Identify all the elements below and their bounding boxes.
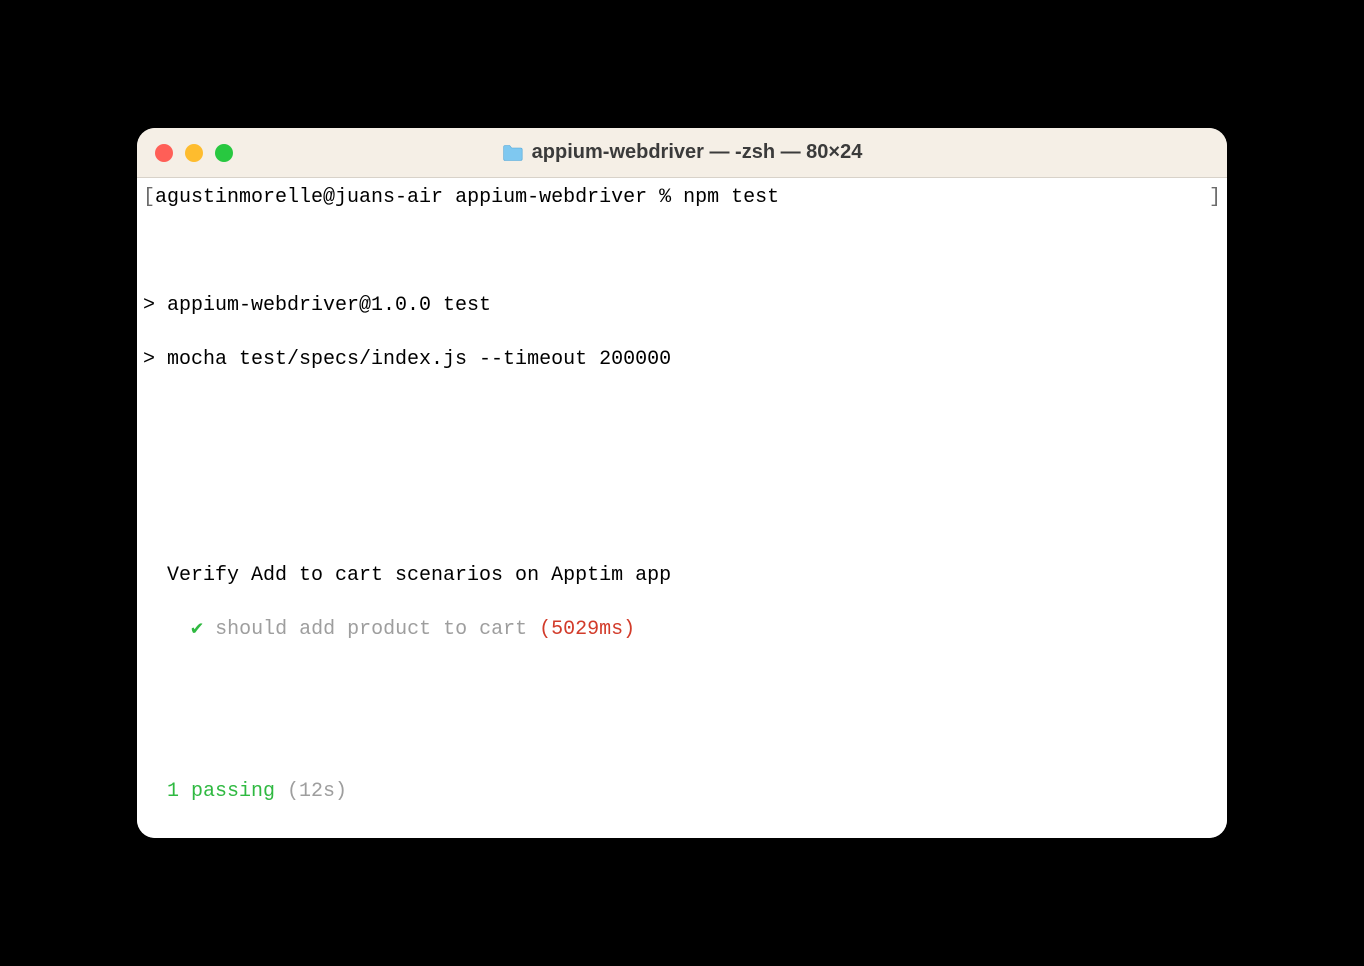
close-button[interactable] xyxy=(155,144,173,162)
check-icon: ✔ xyxy=(143,618,215,641)
test-duration: (5029ms) xyxy=(539,618,635,641)
blank-line xyxy=(143,670,1221,697)
blank-line xyxy=(143,508,1221,535)
blank-line xyxy=(143,238,1221,265)
passing-summary: 1 passing (12s) xyxy=(143,778,1221,805)
folder-icon xyxy=(502,144,524,162)
bracket-close: ] xyxy=(1209,184,1221,211)
command-text: npm test xyxy=(683,186,779,209)
passing-time: (12s) xyxy=(275,780,347,803)
window-title: appium-webdriver — -zsh — 80×24 xyxy=(502,141,863,164)
npm-script-line-2: > mocha test/specs/index.js --timeout 20… xyxy=(143,346,1221,373)
npm-script-line-1: > appium-webdriver@1.0.0 test xyxy=(143,292,1221,319)
window-title-text: appium-webdriver — -zsh — 80×24 xyxy=(532,141,863,164)
test-name: should add product to cart xyxy=(215,618,539,641)
test-suite-name: Verify Add to cart scenarios on Apptim a… xyxy=(143,562,1221,589)
minimize-button[interactable] xyxy=(185,144,203,162)
terminal-window: appium-webdriver — -zsh — 80×24 [agustin… xyxy=(137,128,1227,838)
traffic-lights xyxy=(155,144,233,162)
titlebar: appium-webdriver — -zsh — 80×24 xyxy=(137,128,1227,178)
blank-line xyxy=(143,724,1221,751)
prompt-text: agustinmorelle@juans-air appium-webdrive… xyxy=(155,186,683,209)
bracket-open: [ xyxy=(143,186,155,209)
blank-line xyxy=(143,832,1221,838)
blank-line xyxy=(143,400,1221,427)
zoom-button[interactable] xyxy=(215,144,233,162)
passing-count: 1 passing xyxy=(143,780,275,803)
prompt-line-1: [agustinmorelle@juans-air appium-webdriv… xyxy=(143,184,1221,211)
test-result-line: ✔ should add product to cart (5029ms) xyxy=(143,616,1221,643)
terminal-body[interactable]: [agustinmorelle@juans-air appium-webdriv… xyxy=(137,178,1227,838)
blank-line xyxy=(143,454,1221,481)
